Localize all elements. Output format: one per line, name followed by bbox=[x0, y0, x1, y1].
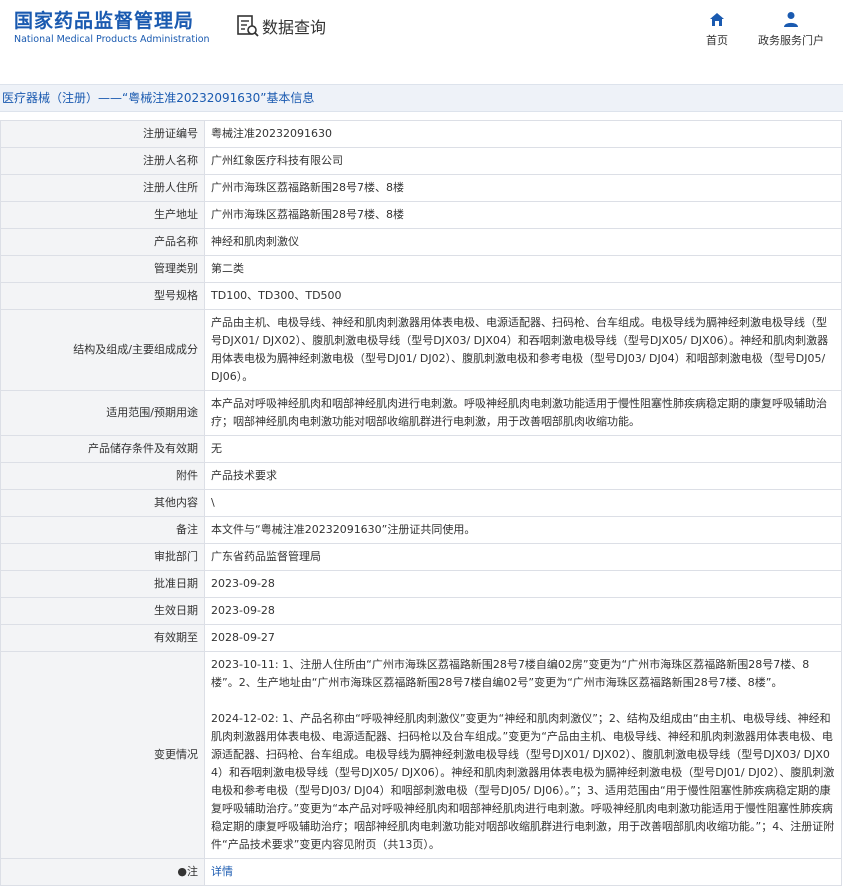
table-row: 产品名称 神经和肌肉刺激仪 bbox=[0, 228, 842, 256]
detail-link[interactable]: 详情 bbox=[211, 865, 233, 878]
change-entry-2024: 2024-12-02: 1、产品名称由“呼吸神经肌肉刺激仪”变更为“神经和肌肉刺… bbox=[211, 712, 835, 851]
table-row: 有效期至 2028-09-27 bbox=[0, 624, 842, 652]
field-label: 适用范围/预期用途 bbox=[0, 390, 205, 436]
field-label: 管理类别 bbox=[0, 255, 205, 283]
field-label: ●注 bbox=[0, 858, 205, 886]
change-entry-2023: 2023-10-11: 1、注册人住所由“广州市海珠区荔福路新围28号7楼自编0… bbox=[211, 658, 810, 689]
table-row: 其他内容 \ bbox=[0, 489, 842, 517]
field-label: 产品储存条件及有效期 bbox=[0, 435, 205, 463]
field-value: 2023-09-28 bbox=[204, 597, 842, 625]
field-label: 结构及组成/主要组成成分 bbox=[0, 309, 205, 391]
field-value: 第二类 bbox=[204, 255, 842, 283]
change-history-value: 2023-10-11: 1、注册人住所由“广州市海珠区荔福路新围28号7楼自编0… bbox=[204, 651, 842, 859]
field-value: \ bbox=[204, 489, 842, 517]
field-label: 生产地址 bbox=[0, 201, 205, 229]
field-label: 附件 bbox=[0, 462, 205, 490]
field-label: 变更情况 bbox=[0, 651, 205, 859]
field-value: 详情 bbox=[204, 858, 842, 886]
field-value: 2028-09-27 bbox=[204, 624, 842, 652]
note-row: ●注 详情 bbox=[0, 858, 842, 886]
field-label: 其他内容 bbox=[0, 489, 205, 517]
site-header: 国家药品监督管理局 National Medical Products Admi… bbox=[0, 0, 843, 62]
breadcrumb: 医疗器械（注册）——“粤械注准20232091630”基本信息 bbox=[0, 84, 843, 112]
site-logo-en: National Medical Products Administration bbox=[14, 34, 210, 45]
field-label: 批准日期 bbox=[0, 570, 205, 598]
field-value: 本文件与“粤械注准20232091630”注册证共同使用。 bbox=[204, 516, 842, 544]
field-label: 备注 bbox=[0, 516, 205, 544]
field-label: 生效日期 bbox=[0, 597, 205, 625]
nav-home[interactable]: 首页 bbox=[700, 10, 734, 48]
table-row: 适用范围/预期用途 本产品对呼吸神经肌肉和咽部神经肌肉进行电刺激。呼吸神经肌肉电… bbox=[0, 390, 842, 436]
user-icon bbox=[784, 12, 798, 27]
field-label: 注册人名称 bbox=[0, 147, 205, 175]
table-row: 生效日期 2023-09-28 bbox=[0, 597, 842, 625]
field-label: 审批部门 bbox=[0, 543, 205, 571]
page-title: 数据查询 bbox=[262, 18, 327, 37]
registration-info-table: 注册证编号 粤械注准20232091630 注册人名称 广州红象医疗科技有限公司… bbox=[0, 120, 842, 886]
table-row: 审批部门 广东省药品监督管理局 bbox=[0, 543, 842, 571]
field-label: 产品名称 bbox=[0, 228, 205, 256]
table-row: 结构及组成/主要组成成分 产品由主机、电极导线、神经和肌肉刺激器用体表电极、电源… bbox=[0, 309, 842, 391]
field-label: 注册证编号 bbox=[0, 120, 205, 148]
field-label: 有效期至 bbox=[0, 624, 205, 652]
field-label: 型号规格 bbox=[0, 282, 205, 310]
nav-service-portal[interactable]: 政务服务门户 bbox=[755, 10, 827, 48]
table-row: 备注 本文件与“粤械注准20232091630”注册证共同使用。 bbox=[0, 516, 842, 544]
field-value: 广东省药品监督管理局 bbox=[204, 543, 842, 571]
table-row: 型号规格 TD100、TD300、TD500 bbox=[0, 282, 842, 310]
nav-home-label: 首页 bbox=[706, 34, 728, 47]
field-value: 神经和肌肉刺激仪 bbox=[204, 228, 842, 256]
home-icon bbox=[710, 13, 724, 26]
field-value: 产品由主机、电极导线、神经和肌肉刺激器用体表电极、电源适配器、扫码枪、台车组成。… bbox=[204, 309, 842, 391]
table-row: 生产地址 广州市海珠区荔福路新围28号7楼、8楼 bbox=[0, 201, 842, 229]
change-history-row: 变更情况 2023-10-11: 1、注册人住所由“广州市海珠区荔福路新围28号… bbox=[0, 651, 842, 859]
nav-service-portal-label: 政务服务门户 bbox=[758, 34, 824, 47]
field-value: TD100、TD300、TD500 bbox=[204, 282, 842, 310]
table-row: 批准日期 2023-09-28 bbox=[0, 570, 842, 598]
field-value: 广州市海珠区荔福路新围28号7楼、8楼 bbox=[204, 174, 842, 202]
field-value: 产品技术要求 bbox=[204, 462, 842, 490]
table-row: 产品储存条件及有效期 无 bbox=[0, 435, 842, 463]
table-row: 管理类别 第二类 bbox=[0, 255, 842, 283]
field-value: 广州红象医疗科技有限公司 bbox=[204, 147, 842, 175]
data-query-icon bbox=[237, 15, 259, 37]
field-value: 无 bbox=[204, 435, 842, 463]
site-logo[interactable]: 国家药品监督管理局 bbox=[14, 6, 194, 33]
table-row: 附件 产品技术要求 bbox=[0, 462, 842, 490]
field-label: 注册人住所 bbox=[0, 174, 205, 202]
field-value: 2023-09-28 bbox=[204, 570, 842, 598]
table-row: 注册人住所 广州市海珠区荔福路新围28号7楼、8楼 bbox=[0, 174, 842, 202]
field-value: 粤械注准20232091630 bbox=[204, 120, 842, 148]
table-row: 注册证编号 粤械注准20232091630 bbox=[0, 120, 842, 148]
table-row: 注册人名称 广州红象医疗科技有限公司 bbox=[0, 147, 842, 175]
field-value: 广州市海珠区荔福路新围28号7楼、8楼 bbox=[204, 201, 842, 229]
field-value: 本产品对呼吸神经肌肉和咽部神经肌肉进行电刺激。呼吸神经肌肉电刺激功能适用于慢性阻… bbox=[204, 390, 842, 436]
